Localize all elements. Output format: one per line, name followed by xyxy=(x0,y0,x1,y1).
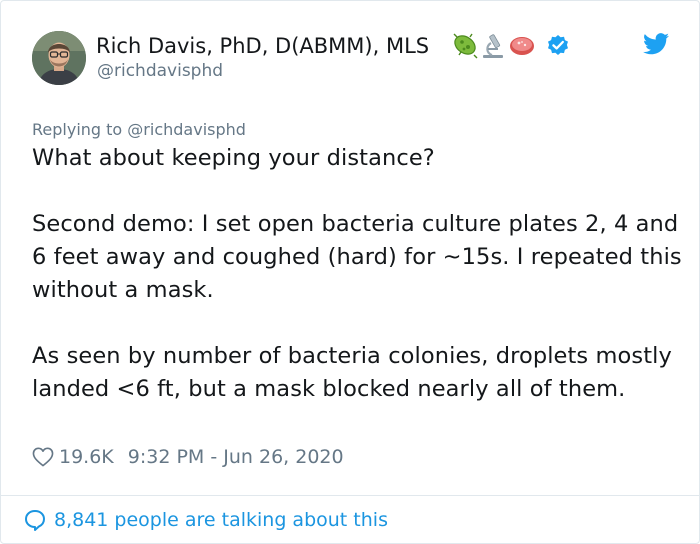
conversation-link[interactable]: 8,841 people are talking about this xyxy=(23,505,388,535)
talking-count-text[interactable]: 8,841 people are talking about this xyxy=(54,509,388,531)
avatar[interactable] xyxy=(32,31,86,85)
author-handle[interactable]: @richdavisphd xyxy=(97,61,223,81)
heart-icon[interactable] xyxy=(32,447,54,467)
microscope-icon xyxy=(483,34,503,58)
author-name[interactable]: Rich Davis, PhD, D(ABMM), MLS xyxy=(96,34,429,58)
twitter-bird-icon[interactable] xyxy=(643,33,669,59)
reply-handle-link[interactable]: @richdavisphd xyxy=(127,120,246,139)
tweet-text: What about keeping your distance? Second… xyxy=(32,142,682,406)
tweet-meta: 19.6K 9:32 PM - Jun 26, 2020 xyxy=(32,443,344,471)
tweet-paragraph: What about keeping your distance? xyxy=(32,145,435,171)
name-emojis xyxy=(450,28,544,62)
tweet-timestamp[interactable]: 9:32 PM - Jun 26, 2020 xyxy=(128,446,344,468)
divider xyxy=(1,495,699,496)
tweet-paragraph: Second demo: I set open bacteria culture… xyxy=(32,211,682,303)
speech-bubble-icon xyxy=(23,508,47,532)
verified-badge-icon xyxy=(546,34,570,62)
reply-context: Replying to @richdavisphd xyxy=(32,120,246,139)
reply-prefix: Replying to xyxy=(32,120,128,139)
microbe-icon xyxy=(453,33,478,59)
petri-dish-icon xyxy=(510,37,534,55)
like-count[interactable]: 19.6K xyxy=(59,446,114,468)
tweet-paragraph: As seen by number of bacteria colonies, … xyxy=(32,343,672,402)
embedded-tweet-card: Rich Davis, PhD, D(ABMM), MLS @richdavis… xyxy=(0,0,700,544)
